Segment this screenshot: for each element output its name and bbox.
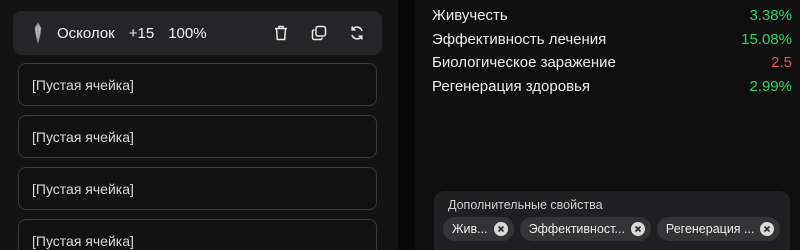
left-panel: Осколок +15 100% [Пустая ячейка] [Пустая… bbox=[0, 0, 398, 250]
empty-slot[interactable]: [Пустая ячейка] bbox=[18, 167, 377, 210]
refresh-icon[interactable] bbox=[348, 24, 366, 42]
chip-label: Эффективност... bbox=[528, 222, 625, 236]
property-chip[interactable]: Эффективност... bbox=[519, 217, 651, 241]
stat-name: Регенерация здоровья bbox=[432, 77, 590, 95]
close-icon[interactable] bbox=[493, 222, 508, 236]
shard-info: Осколок +15 100% bbox=[57, 25, 207, 42]
empty-slot[interactable]: [Пустая ячейка] bbox=[18, 63, 377, 106]
shard-level: +15 bbox=[128, 24, 155, 42]
chip-label: Жив... bbox=[452, 222, 488, 236]
additional-properties-title: Дополнительные свойства bbox=[448, 198, 603, 212]
stat-row: Живучесть 3.38% bbox=[432, 4, 792, 28]
shard-name: Осколок bbox=[57, 24, 115, 42]
stat-row: Биологическое заражение 2.5 bbox=[432, 51, 792, 75]
delete-icon[interactable] bbox=[272, 24, 290, 42]
shard-item[interactable]: Осколок +15 100% bbox=[13, 11, 382, 55]
stat-row: Эффективность лечения 15.08% bbox=[432, 28, 792, 52]
shard-icon bbox=[29, 21, 47, 45]
copy-icon[interactable] bbox=[310, 24, 328, 42]
shard-actions bbox=[272, 11, 366, 55]
property-chip[interactable]: Жив... bbox=[443, 217, 514, 241]
stat-value: 15.08% bbox=[741, 30, 792, 48]
stat-name: Живучесть bbox=[432, 7, 508, 25]
property-chip[interactable]: Регенерация ... bbox=[656, 217, 781, 241]
app-root: Осколок +15 100% [Пустая ячейка] [Пустая… bbox=[0, 0, 800, 250]
property-chips: Жив... Эффективност... Регенерация ... bbox=[443, 217, 781, 241]
close-icon[interactable] bbox=[630, 222, 645, 236]
stat-value: 2.5 bbox=[771, 54, 792, 72]
stat-value: 3.38% bbox=[749, 7, 792, 25]
stat-row: Регенерация здоровья 2.99% bbox=[432, 75, 792, 99]
panel-divider bbox=[398, 0, 414, 250]
additional-properties-panel: Дополнительные свойства Жив... Эффективн… bbox=[434, 191, 790, 250]
stat-value: 2.99% bbox=[749, 77, 792, 95]
stat-name: Биологическое заражение bbox=[432, 54, 616, 72]
shard-percent: 100% bbox=[168, 24, 207, 42]
chip-label: Регенерация ... bbox=[665, 222, 755, 236]
stats-list: Живучесть 3.38% Эффективность лечения 15… bbox=[432, 4, 792, 98]
close-icon[interactable] bbox=[760, 222, 775, 236]
stat-name: Эффективность лечения bbox=[432, 30, 607, 48]
right-panel: Живучесть 3.38% Эффективность лечения 15… bbox=[414, 0, 800, 250]
empty-slot[interactable]: [Пустая ячейка] bbox=[18, 115, 377, 158]
empty-slot[interactable]: [Пустая ячейка] bbox=[18, 219, 377, 250]
